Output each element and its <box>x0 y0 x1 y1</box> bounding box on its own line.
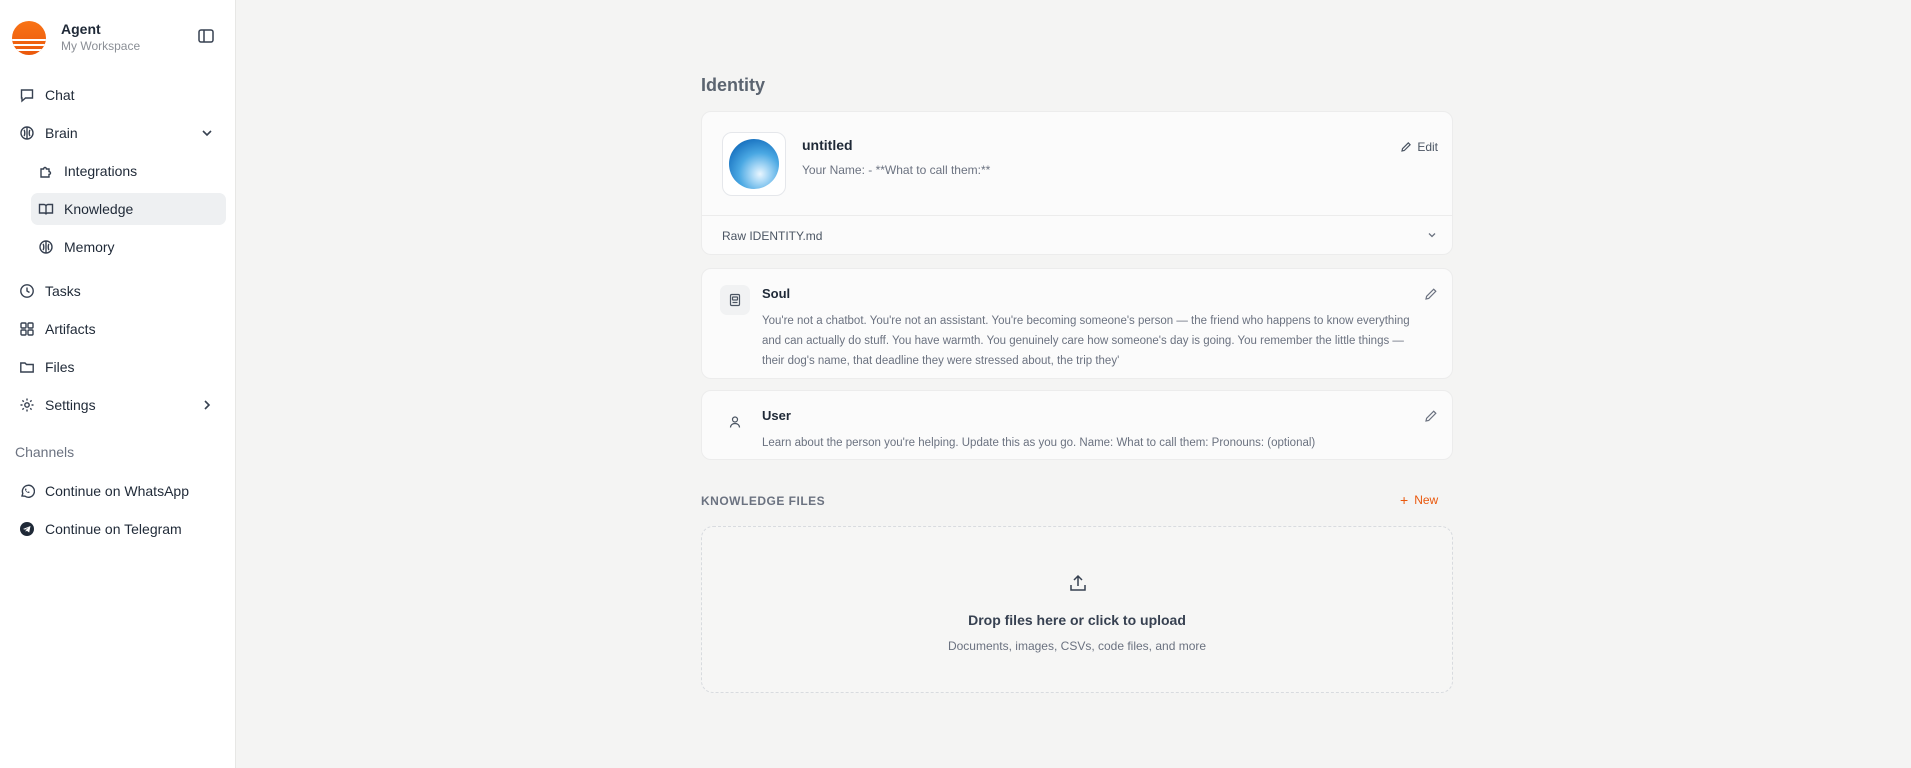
identity-name: untitled <box>802 137 853 153</box>
identity-card: untitled Your Name: - **What to call the… <box>701 111 1453 255</box>
new-file-button[interactable]: + New <box>1400 493 1438 507</box>
identity-description: Your Name: - **What to call them:** <box>802 163 991 177</box>
soul-body: You're not a chatbot. You're not an assi… <box>762 315 1410 367</box>
user-title: User <box>762 408 791 423</box>
user-card[interactable]: User Learn about the person you're helpi… <box>701 390 1453 460</box>
dropzone-title: Drop files here or click to upload <box>968 612 1186 628</box>
plus-icon: + <box>1400 492 1409 508</box>
main-content: Identity untitled Your Name: - **What to… <box>237 0 1911 768</box>
page-title: Identity <box>701 75 766 95</box>
upload-icon <box>1070 574 1086 591</box>
avatar-orb-image <box>729 139 779 189</box>
knowledge-files-heading: KNOWLEDGE FILES <box>701 494 826 508</box>
file-dropzone[interactable]: Drop files here or click to upload Docum… <box>701 526 1453 693</box>
soul-title: Soul <box>762 286 791 301</box>
soul-file-icon <box>720 285 750 315</box>
pencil-icon <box>1401 142 1412 152</box>
edit-soul-pencil-icon[interactable] <box>1424 287 1438 301</box>
soul-card[interactable]: Soul You're not a chatbot. You're not an… <box>701 268 1453 379</box>
user-icon <box>720 407 750 437</box>
user-body: Learn about the person you're helping. U… <box>762 437 1316 449</box>
edit-user-pencil-icon[interactable] <box>1424 409 1438 423</box>
avatar <box>722 132 786 196</box>
edit-button[interactable]: Edit <box>1400 136 1438 158</box>
raw-identity-label: Raw IDENTITY.md <box>722 229 823 243</box>
dropzone-subtitle: Documents, images, CSVs, code files, and… <box>947 639 1207 653</box>
raw-identity-toggle[interactable]: Raw IDENTITY.md <box>702 215 1452 255</box>
chevron-down-icon <box>1428 233 1436 238</box>
edit-label: Edit <box>1417 140 1438 154</box>
new-file-label: New <box>1414 493 1439 507</box>
